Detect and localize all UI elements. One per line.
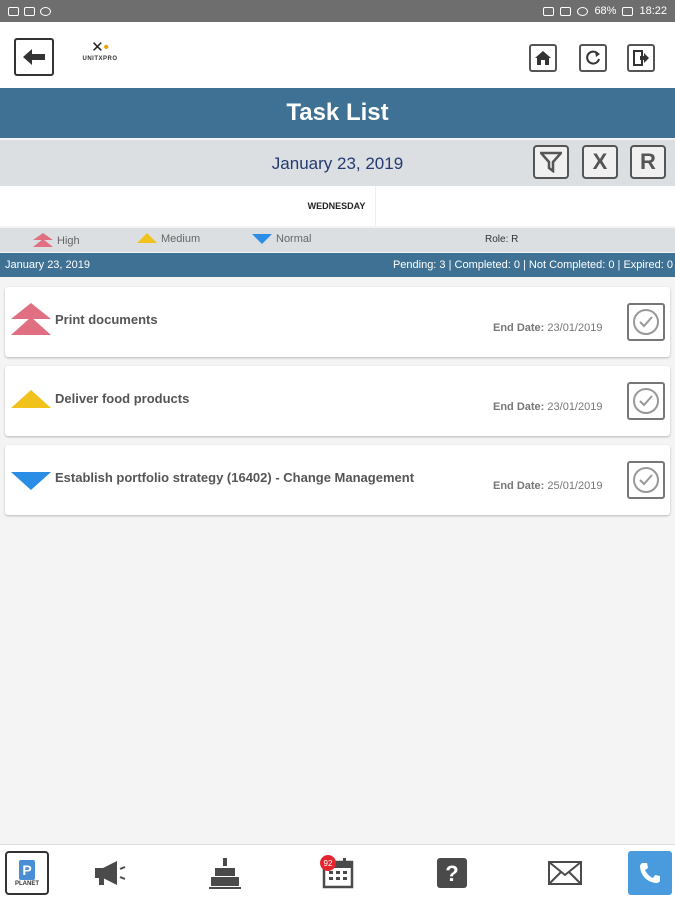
arrow-left-icon	[23, 49, 45, 65]
priority-legend: High Medium Normal Role: R	[0, 228, 675, 252]
clear-filter-button[interactable]: X	[582, 145, 618, 179]
date-bar: January 23, 2019 X R	[0, 140, 675, 186]
check-circle-icon	[633, 388, 659, 414]
summary-bar: January 23, 2019 Pending: 3 | Completed:…	[0, 253, 675, 277]
mail-button[interactable]	[543, 851, 587, 895]
home-icon	[535, 51, 551, 65]
back-button[interactable]	[14, 38, 54, 76]
task-end-date: End Date: 23/01/2019	[493, 322, 602, 334]
megaphone-icon	[95, 861, 126, 885]
complete-task-button[interactable]	[627, 303, 665, 341]
home-button[interactable]	[529, 44, 557, 72]
logo-text: UNITXPRO	[82, 56, 118, 62]
medium-priority-icon	[11, 390, 51, 408]
legend-normal-label: Normal	[276, 233, 312, 245]
normal-priority-icon	[11, 472, 51, 490]
task-card[interactable]: Deliver food products End Date: 23/01/20…	[5, 366, 670, 436]
role-label: Role: R	[485, 234, 519, 245]
sync-icon	[40, 6, 51, 16]
medium-priority-icon	[137, 233, 157, 243]
legend-medium-label: Medium	[161, 233, 201, 245]
refresh-icon	[586, 50, 600, 65]
reset-button[interactable]: R	[630, 145, 666, 179]
task-counts: Pending: 3 | Completed: 0 | Not Complete…	[392, 259, 673, 271]
selected-date: January 23, 2019	[271, 154, 404, 173]
mute-icon	[560, 6, 572, 16]
mail-icon	[548, 861, 582, 885]
end-date-value: 25/01/2019	[547, 480, 603, 492]
legend-medium: Medium	[137, 233, 200, 245]
bottom-nav: P PLANET 92 ?	[0, 844, 675, 900]
task-title: Establish portfolio strategy (16402) - C…	[55, 470, 415, 485]
task-end-date: End Date: 23/01/2019	[493, 401, 602, 413]
battery-saver-icon	[543, 6, 555, 16]
birthday-cake-icon	[209, 858, 241, 889]
end-date-value: 23/01/2019	[547, 322, 603, 334]
logout-button[interactable]	[627, 44, 655, 72]
calendar-badge: 92	[320, 855, 336, 871]
normal-priority-icon	[252, 234, 272, 244]
task-end-date: End Date: 25/01/2019	[493, 480, 602, 492]
end-date-label: End Date:	[493, 480, 545, 492]
task-title: Print documents	[55, 312, 158, 327]
status-bar: 68% 18:22	[0, 0, 675, 22]
high-priority-icon	[33, 233, 53, 247]
phone-button[interactable]	[628, 851, 672, 895]
filter-button[interactable]	[533, 145, 569, 179]
summary-date: January 23, 2019	[5, 259, 91, 271]
task-title: Deliver food products	[55, 391, 190, 406]
mail-notification-icon	[24, 6, 35, 16]
task-card[interactable]: Print documents End Date: 23/01/2019	[5, 287, 670, 357]
planet-button[interactable]: P PLANET	[5, 851, 49, 895]
company-logo: ✕• UNITXPRO	[72, 40, 128, 70]
app-header: ✕• UNITXPRO	[0, 22, 675, 88]
end-date-label: End Date:	[493, 322, 545, 334]
planet-icon: P	[19, 859, 35, 880]
birthdays-button[interactable]	[203, 851, 247, 895]
svg-text:?: ?	[445, 861, 458, 886]
weekday-bar: WEDNESDAY	[0, 186, 675, 226]
planet-label: PLANET	[15, 880, 39, 887]
clock: 18:22	[639, 5, 667, 17]
check-circle-icon	[633, 309, 659, 335]
filter-icon	[540, 151, 562, 173]
logo-mark: ✕•	[91, 39, 109, 56]
complete-task-button[interactable]	[627, 461, 665, 499]
help-button[interactable]: ?	[430, 851, 474, 895]
legend-high-label: High	[57, 235, 80, 247]
notification-icon	[8, 6, 19, 16]
refresh-button[interactable]	[579, 44, 607, 72]
end-date-label: End Date:	[493, 401, 545, 413]
wifi-icon	[577, 6, 589, 16]
task-card[interactable]: Establish portfolio strategy (16402) - C…	[5, 445, 670, 515]
end-date-value: 23/01/2019	[547, 401, 603, 413]
page-title: Task List	[286, 99, 389, 126]
logout-icon	[633, 50, 649, 66]
complete-task-button[interactable]	[627, 382, 665, 420]
check-circle-icon	[633, 467, 659, 493]
announcements-button[interactable]	[88, 851, 132, 895]
help-icon: ?	[437, 858, 467, 888]
calendar-button[interactable]: 92	[316, 851, 360, 895]
phone-icon	[640, 863, 660, 883]
battery-icon	[622, 6, 634, 16]
high-priority-icon	[11, 303, 51, 335]
legend-normal: Normal	[252, 233, 311, 245]
title-bar: Task List	[0, 88, 675, 138]
legend-high: High	[33, 233, 80, 249]
battery-level: 68%	[594, 5, 617, 17]
weekday-label: WEDNESDAY	[298, 186, 376, 226]
